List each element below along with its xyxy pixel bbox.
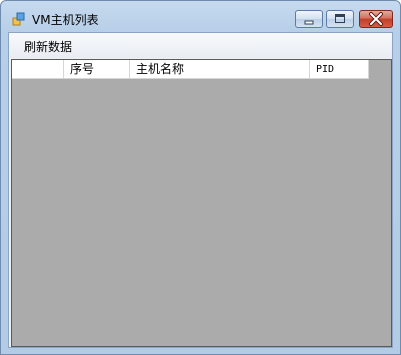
window-title: VM主机列表 bbox=[32, 13, 99, 27]
grid-header: 序号 主机名称 PID bbox=[12, 60, 369, 79]
title-bar[interactable]: VM主机列表 bbox=[1, 1, 400, 31]
column-header-index[interactable]: 序号 bbox=[64, 60, 130, 79]
minimize-icon bbox=[304, 20, 314, 25]
close-icon bbox=[369, 12, 383, 26]
column-header-pid[interactable]: PID bbox=[310, 60, 369, 79]
column-header-host-name[interactable]: 主机名称 bbox=[130, 60, 310, 79]
maximize-icon bbox=[335, 14, 345, 23]
app-icon bbox=[12, 12, 25, 26]
row-header-column[interactable] bbox=[12, 60, 64, 79]
maximize-button[interactable] bbox=[326, 10, 354, 28]
app-window: VM主机列表 刷新数据 序号 主机名称 PID bbox=[0, 0, 401, 355]
close-button[interactable] bbox=[359, 10, 393, 28]
menu-item-refresh-data[interactable]: 刷新数据 bbox=[17, 38, 79, 55]
minimize-button[interactable] bbox=[295, 10, 323, 28]
menu-bar: 刷新数据 bbox=[9, 33, 392, 58]
host-data-grid[interactable]: 序号 主机名称 PID bbox=[11, 59, 392, 347]
client-area: 刷新数据 序号 主机名称 PID bbox=[8, 32, 393, 348]
